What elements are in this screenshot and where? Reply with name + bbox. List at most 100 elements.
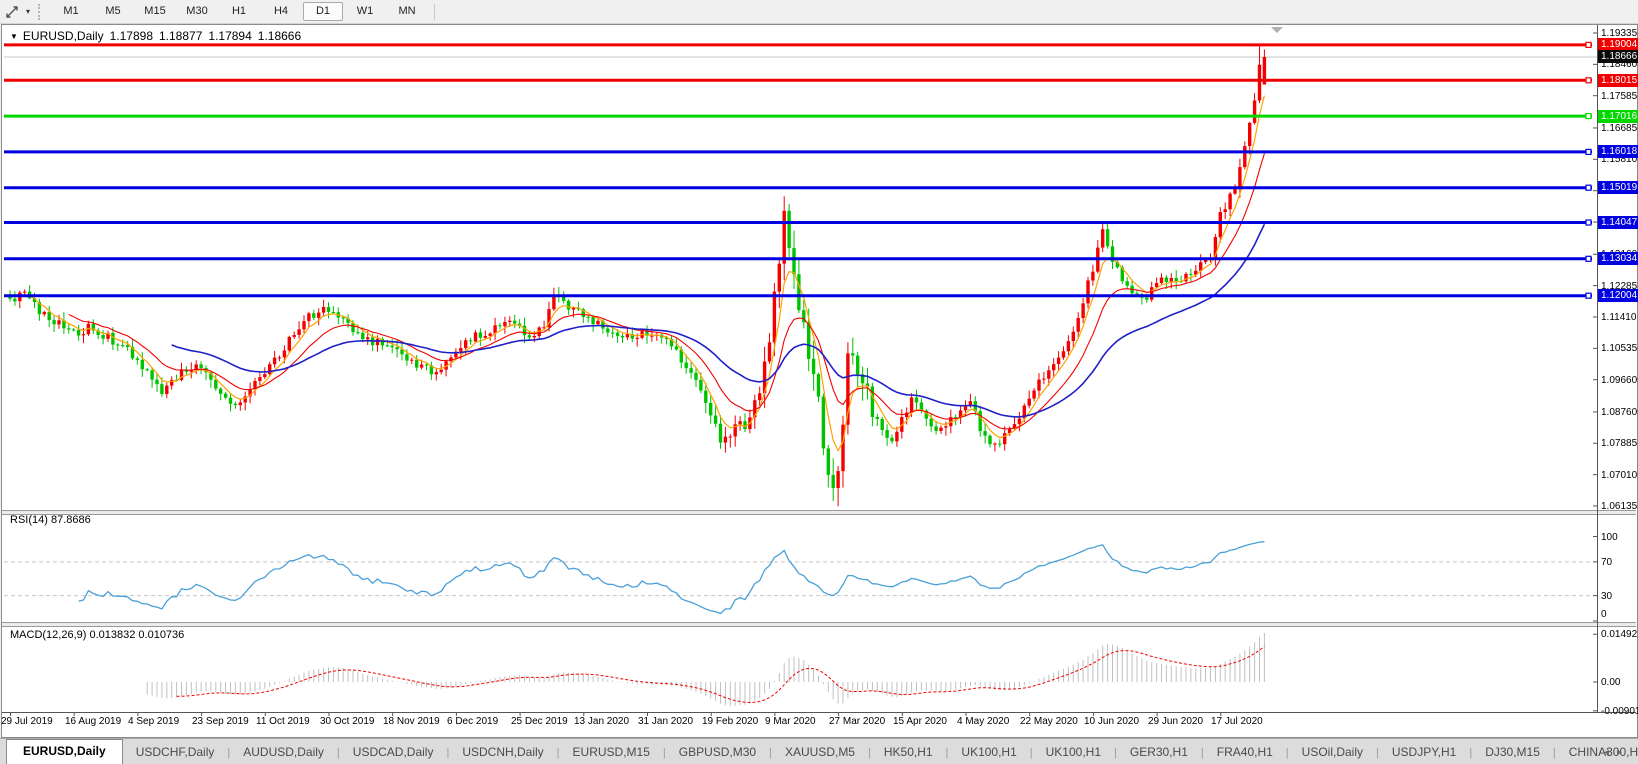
- ohlc-low: 1.17894: [208, 29, 251, 43]
- rsi-axis-tick-label: 100: [1601, 532, 1618, 543]
- mt4-window: { "toolbar": { "timeframes": ["M1","M5",…: [0, 0, 1638, 763]
- date-axis-tick-label: 30 Oct 2019: [320, 716, 374, 727]
- line-end-handle[interactable]: [1586, 78, 1591, 83]
- bullish-candle-wicks: [20, 44, 1265, 506]
- date-axis-tick-label: 22 May 2020: [1020, 716, 1078, 727]
- line-end-handle[interactable]: [1586, 149, 1591, 154]
- support-price-tag: 1.16018: [1598, 145, 1638, 158]
- ma-medium-line: [69, 154, 1265, 429]
- line-end-handle[interactable]: [1586, 114, 1591, 119]
- price-axis-tick-label: 1.10535: [1601, 343, 1637, 354]
- chart-tab-gbpusd-m30[interactable]: GBPUSD,M30: [666, 741, 769, 764]
- timeframe-button-mn[interactable]: MN: [387, 2, 427, 21]
- line-end-handle[interactable]: [1586, 185, 1591, 190]
- date-axis-tick-label: 29 Jul 2019: [1, 716, 53, 727]
- ohlc-close: 1.18666: [258, 29, 301, 43]
- chart-tab-fra40-h1[interactable]: FRA40,H1: [1204, 741, 1286, 764]
- price-axis-tick-label: 1.07010: [1601, 470, 1637, 481]
- chart-tab-ger30-h1[interactable]: GER30,H1: [1117, 741, 1201, 764]
- tab-scroll-right-icon[interactable]: ▸: [1617, 747, 1630, 758]
- timeframe-button-m1[interactable]: M1: [51, 2, 91, 21]
- chart-shift-marker-icon[interactable]: [1271, 27, 1283, 33]
- price-axis-tick-label: 1.16685: [1601, 123, 1637, 134]
- macd-axis-tick-label: -0.009015: [1601, 706, 1638, 717]
- price-axis-tick-label: 1.08760: [1601, 407, 1637, 418]
- rsi-axis-tick-label: 0: [1601, 609, 1607, 620]
- chart-tab-dj30-m15[interactable]: DJ30,M15: [1472, 741, 1553, 764]
- timeframe-button-m5[interactable]: M5: [93, 2, 133, 21]
- collapse-arrow-icon[interactable]: ▼: [10, 32, 18, 41]
- chart-tab-hk50-h1[interactable]: HK50,H1: [871, 741, 946, 764]
- support-price-tag: 1.15019: [1598, 181, 1638, 194]
- chart-ohlc-header: ▼ EURUSD,Daily 1.17898 1.18877 1.17894 1.1866…: [10, 29, 301, 43]
- date-axis-tick-label: 23 Sep 2019: [192, 716, 249, 727]
- chart-symbol-label: EURUSD,Daily: [23, 29, 104, 43]
- price-axis-tick-label: 1.07885: [1601, 438, 1637, 449]
- bid-price-tag: 1.18666: [1598, 50, 1638, 63]
- date-axis-tick-label: 19 Feb 2020: [702, 716, 758, 727]
- chart-tab-bar: EURUSD,DailyUSDCHF,Daily|AUDUSD,Daily|US…: [0, 738, 1638, 764]
- timeframe-button-h4[interactable]: H4: [261, 2, 301, 21]
- date-axis-tick-label: 15 Apr 2020: [893, 716, 947, 727]
- chart-tab-usoil-daily[interactable]: USOil,Daily: [1289, 741, 1376, 764]
- chart-tab-usdcnh-daily[interactable]: USDCNH,Daily: [449, 741, 556, 764]
- date-axis-tick-label: 25 Dec 2019: [511, 716, 568, 727]
- date-axis-tick-label: 18 Nov 2019: [383, 716, 440, 727]
- timeframe-button-d1[interactable]: D1: [303, 2, 343, 21]
- timeframe-button-m15[interactable]: M15: [135, 2, 175, 21]
- ohlc-open: 1.17898: [110, 29, 153, 43]
- date-axis-tick-label: 31 Jan 2020: [638, 716, 693, 727]
- date-axis-tick-label: 16 Aug 2019: [65, 716, 121, 727]
- date-axis-tick-label: 4 Sep 2019: [128, 716, 179, 727]
- timeframe-button-w1[interactable]: W1: [345, 2, 385, 21]
- timeframe-button-group: M1M5M15M30H1H4D1W1MN: [50, 2, 428, 21]
- chart-tab-usdcad-daily[interactable]: USDCAD,Daily: [340, 741, 447, 764]
- price-chart-canvas: [0, 0, 1638, 763]
- macd-axis-tick-label: 0.00: [1601, 677, 1620, 688]
- tab-scroll-left-icon[interactable]: ◂: [1604, 747, 1617, 758]
- support-price-tag: 1.14047: [1598, 216, 1638, 229]
- price-axis-tick-label: 1.06135: [1601, 501, 1637, 512]
- chart-tab-xauusd-m5[interactable]: XAUUSD,M5: [772, 741, 868, 764]
- date-axis-tick-label: 17 Jul 2020: [1211, 716, 1263, 727]
- toolbar-grip[interactable]: [38, 4, 44, 20]
- chart-tab-usdjpy-h1[interactable]: USDJPY,H1: [1379, 741, 1469, 764]
- ma-slow-line: [172, 224, 1265, 417]
- date-axis-tick-label: 11 Oct 2019: [256, 716, 310, 727]
- line-end-handle[interactable]: [1586, 293, 1591, 298]
- date-axis-tick-label: 4 May 2020: [957, 716, 1009, 727]
- rsi-indicator-label: RSI(14) 87.8686: [10, 514, 91, 526]
- date-axis-tick-label: 29 Jun 2020: [1148, 716, 1203, 727]
- chart-tab-uk100-h1[interactable]: UK100,H1: [948, 741, 1029, 764]
- chart-tab-eurusd-daily[interactable]: EURUSD,Daily: [6, 739, 123, 764]
- support-price-tag: 1.13034: [1598, 252, 1638, 265]
- chart-tab-uk100-h1[interactable]: UK100,H1: [1033, 741, 1114, 764]
- line-end-handle[interactable]: [1586, 42, 1591, 47]
- chart-tab-usdchf-daily[interactable]: USDCHF,Daily: [123, 741, 228, 764]
- rsi-line: [79, 542, 1265, 614]
- chart-tab-audusd-daily[interactable]: AUDUSD,Daily: [230, 741, 337, 764]
- rsi-axis-tick-label: 30: [1601, 591, 1612, 602]
- macd-indicator-label: MACD(12,26,9) 0.013832 0.010736: [10, 629, 184, 641]
- line-end-handle[interactable]: [1586, 256, 1591, 261]
- macd-histogram: [147, 633, 1264, 706]
- price-axis-tick-label: 1.17585: [1601, 91, 1637, 102]
- line-end-handle[interactable]: [1586, 220, 1591, 225]
- timeframe-button-m30[interactable]: M30: [177, 2, 217, 21]
- level-price-tag: 1.17016: [1598, 110, 1638, 123]
- cursor-tool-button[interactable]: [2, 3, 22, 21]
- timeframe-button-h1[interactable]: H1: [219, 2, 259, 21]
- date-axis-tick-label: 27 Mar 2020: [829, 716, 885, 727]
- ma-fast-line: [30, 96, 1265, 451]
- chart-tab-eurusd-m15[interactable]: EURUSD,M15: [560, 741, 663, 764]
- macd-axis-tick-label: 0.014921: [1601, 629, 1638, 640]
- date-axis-tick-label: 10 Jun 2020: [1084, 716, 1139, 727]
- support-price-tag: 1.12004: [1598, 289, 1638, 302]
- ohlc-high: 1.18877: [159, 29, 202, 43]
- date-axis-tick-label: 13 Jan 2020: [574, 716, 629, 727]
- dropdown-caret-icon[interactable]: ▾: [22, 7, 34, 16]
- bearish-candle-wicks: [10, 204, 1191, 501]
- cursor-tool-icon: [5, 4, 20, 19]
- date-axis-tick-label: 9 Mar 2020: [765, 716, 816, 727]
- date-axis-tick-label: 6 Dec 2019: [447, 716, 498, 727]
